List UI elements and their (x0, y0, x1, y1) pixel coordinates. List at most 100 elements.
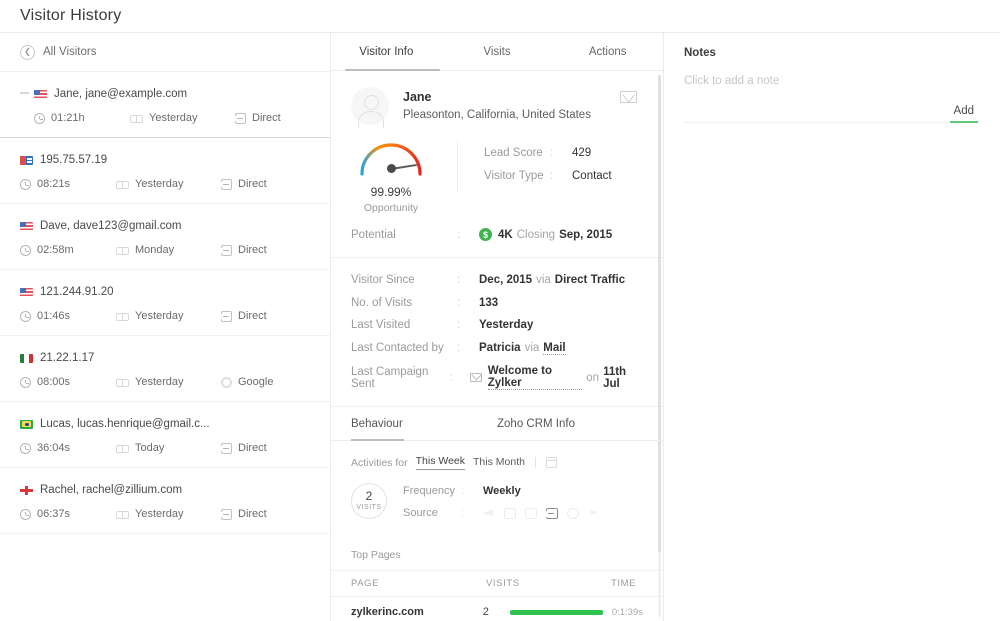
behaviour-rows: Frequency : Weekly Source : (403, 485, 600, 529)
visit-source: Direct (221, 178, 267, 190)
opportunity-gauge: 99.99% Opportunity (351, 137, 431, 214)
frequency-row: Frequency : Weekly (403, 485, 600, 497)
lead-score-block: 99.99% Opportunity Lead Score : 429 Visi… (331, 125, 663, 214)
calendar-icon (116, 509, 129, 519)
detail-key: No. of Visits (351, 296, 413, 309)
clock-icon (20, 310, 31, 322)
visitor-detail-panel: Visitor Info Visits Actions Jane Pleason… (331, 32, 664, 621)
gauge-dial (358, 141, 424, 177)
visit-duration: 36:04s (20, 442, 116, 454)
country-flag-icon (20, 485, 33, 495)
visitor-history-app: Visitor History ❮ All Visitors Jane, jan… (0, 0, 1000, 621)
source-label: Direct (238, 310, 267, 322)
tab-zoho-crm-info[interactable]: Zoho CRM Info (497, 407, 575, 440)
page-time: 0:1:39s (611, 606, 643, 618)
visitor-meta: 02:58m Monday Direct (20, 244, 310, 256)
visitor-location: Pleasonton, California, United States (403, 109, 591, 121)
detail-scrollbar[interactable] (658, 75, 661, 617)
visitor-details: Visitor Since: Dec, 2015 via Direct Traffic… (331, 258, 663, 407)
email-icon[interactable] (525, 507, 537, 519)
all-visitors-back[interactable]: ❮ All Visitors (0, 33, 330, 72)
visitor-list-item[interactable]: Jane, jane@example.com 01:21h Yesterday Dir… (0, 72, 330, 138)
tab-visitor-info[interactable]: Visitor Info (331, 33, 442, 70)
detail-value[interactable]: Welcome to Zylker (487, 365, 583, 390)
gauge-percent: 99.99% (370, 185, 412, 199)
date-label: Yesterday (135, 310, 184, 322)
notes-title: Notes (684, 47, 716, 59)
add-note-button[interactable]: Add (949, 105, 978, 123)
visitor-label: 195.75.57.19 (40, 154, 108, 166)
direct-traffic-icon[interactable] (546, 507, 558, 519)
visitor-identity: Rachel, rachel@zillium.com (20, 482, 310, 498)
social-icon[interactable] (588, 508, 600, 519)
detail-key: Last Contacted by (351, 342, 444, 354)
display-icon[interactable] (504, 507, 516, 519)
time-bar (510, 609, 603, 615)
detail-extra[interactable]: Mail (543, 342, 566, 355)
detail-value: 133 (479, 296, 499, 309)
detail-row: Visitor Since: Dec, 2015 via Direct Traffic (351, 274, 643, 286)
row-separator: : (461, 507, 465, 519)
calendar-icon (116, 377, 129, 387)
lead-score-value: 429 (572, 147, 592, 159)
behaviour-summary: 2 VISITS Frequency : Weekly Source : (331, 470, 663, 545)
direct-icon (221, 178, 232, 190)
detail-connector: on (586, 371, 600, 384)
currency-badge-icon: $ (479, 228, 492, 241)
tab-behaviour[interactable]: Behaviour (331, 407, 497, 440)
visits-count-label: VISITS (356, 504, 382, 511)
tab-actions[interactable]: Actions (552, 33, 663, 70)
note-actions: Add (684, 105, 978, 123)
visitor-identity: Jane, jane@example.com (20, 86, 310, 102)
filter-this-week[interactable]: This Week (415, 455, 466, 470)
calendar-icon[interactable] (545, 457, 557, 468)
date-label: Yesterday (135, 376, 184, 388)
visit-source: Direct (221, 310, 267, 322)
detail-extra: 11th Jul (603, 365, 627, 390)
visitor-list-item[interactable]: Lucas, lucas.henrique@gmail.c... 36:04s To… (0, 402, 330, 468)
row-separator: : (461, 485, 465, 497)
visitor-identity: Dave, dave123@gmail.com (20, 218, 310, 234)
detail-value[interactable]: Patricia (479, 342, 521, 354)
top-pages-header: PAGE VISITS TIME (331, 570, 663, 597)
row-separator: : (457, 228, 461, 241)
date-label: Yesterday (149, 112, 198, 124)
potential-row: Potential : $ 4K Closing Sep, 2015 (331, 214, 663, 258)
calendar-icon (130, 113, 143, 123)
tab-visits[interactable]: Visits (442, 33, 553, 70)
detail-row: Last Campaign Sent: Welcome to Zylker on 11… (351, 365, 643, 390)
duration-label: 01:46s (37, 310, 71, 322)
date-label: Yesterday (135, 508, 184, 520)
clock-icon (20, 376, 31, 388)
visit-duration: 01:46s (20, 310, 116, 322)
envelope-icon[interactable] (620, 91, 637, 103)
direct-icon (221, 442, 232, 454)
duration-label: 01:21h (51, 112, 85, 124)
row-separator: : (457, 274, 461, 286)
detail-key: Last Visited (351, 319, 411, 331)
ad-icon[interactable] (483, 508, 495, 519)
visitor-list-item[interactable]: 21.22.1.17 08:00s Yesterday Google (0, 336, 330, 402)
filter-this-month[interactable]: This Month (473, 456, 525, 470)
row-separator: : (457, 319, 461, 331)
table-row[interactable]: zylkerinc.com 2 0:1:39s (331, 597, 663, 621)
page-name: zylkerinc.com (351, 606, 424, 618)
clock-icon (20, 508, 31, 520)
visitor-list-item[interactable]: Rachel, rachel@zillium.com 06:37s Yesterda… (0, 468, 330, 534)
visitor-list-item[interactable]: Dave, dave123@gmail.com 02:58m Monday Direc… (0, 204, 330, 270)
clock-icon (20, 178, 31, 190)
row-separator: : (457, 342, 461, 354)
note-input[interactable]: Click to add a note (684, 71, 978, 105)
visitor-identity: 195.75.57.19 (20, 152, 310, 168)
page-visits: 2 (482, 606, 489, 618)
search-icon[interactable] (567, 507, 579, 519)
visitor-identity: 121.244.91.20 (20, 284, 310, 300)
detail-value: Dec, 2015 (479, 274, 533, 286)
detail-extra: Direct Traffic (554, 274, 626, 286)
visitor-list-item[interactable]: 195.75.57.19 08:21s Yesterday Direct (0, 138, 330, 204)
visit-duration: 02:58m (20, 244, 116, 256)
visit-source: Direct (235, 112, 281, 124)
duration-label: 06:37s (37, 508, 71, 520)
visitor-list-item[interactable]: 121.244.91.20 01:46s Yesterday Direct (0, 270, 330, 336)
duration-label: 36:04s (37, 442, 71, 454)
